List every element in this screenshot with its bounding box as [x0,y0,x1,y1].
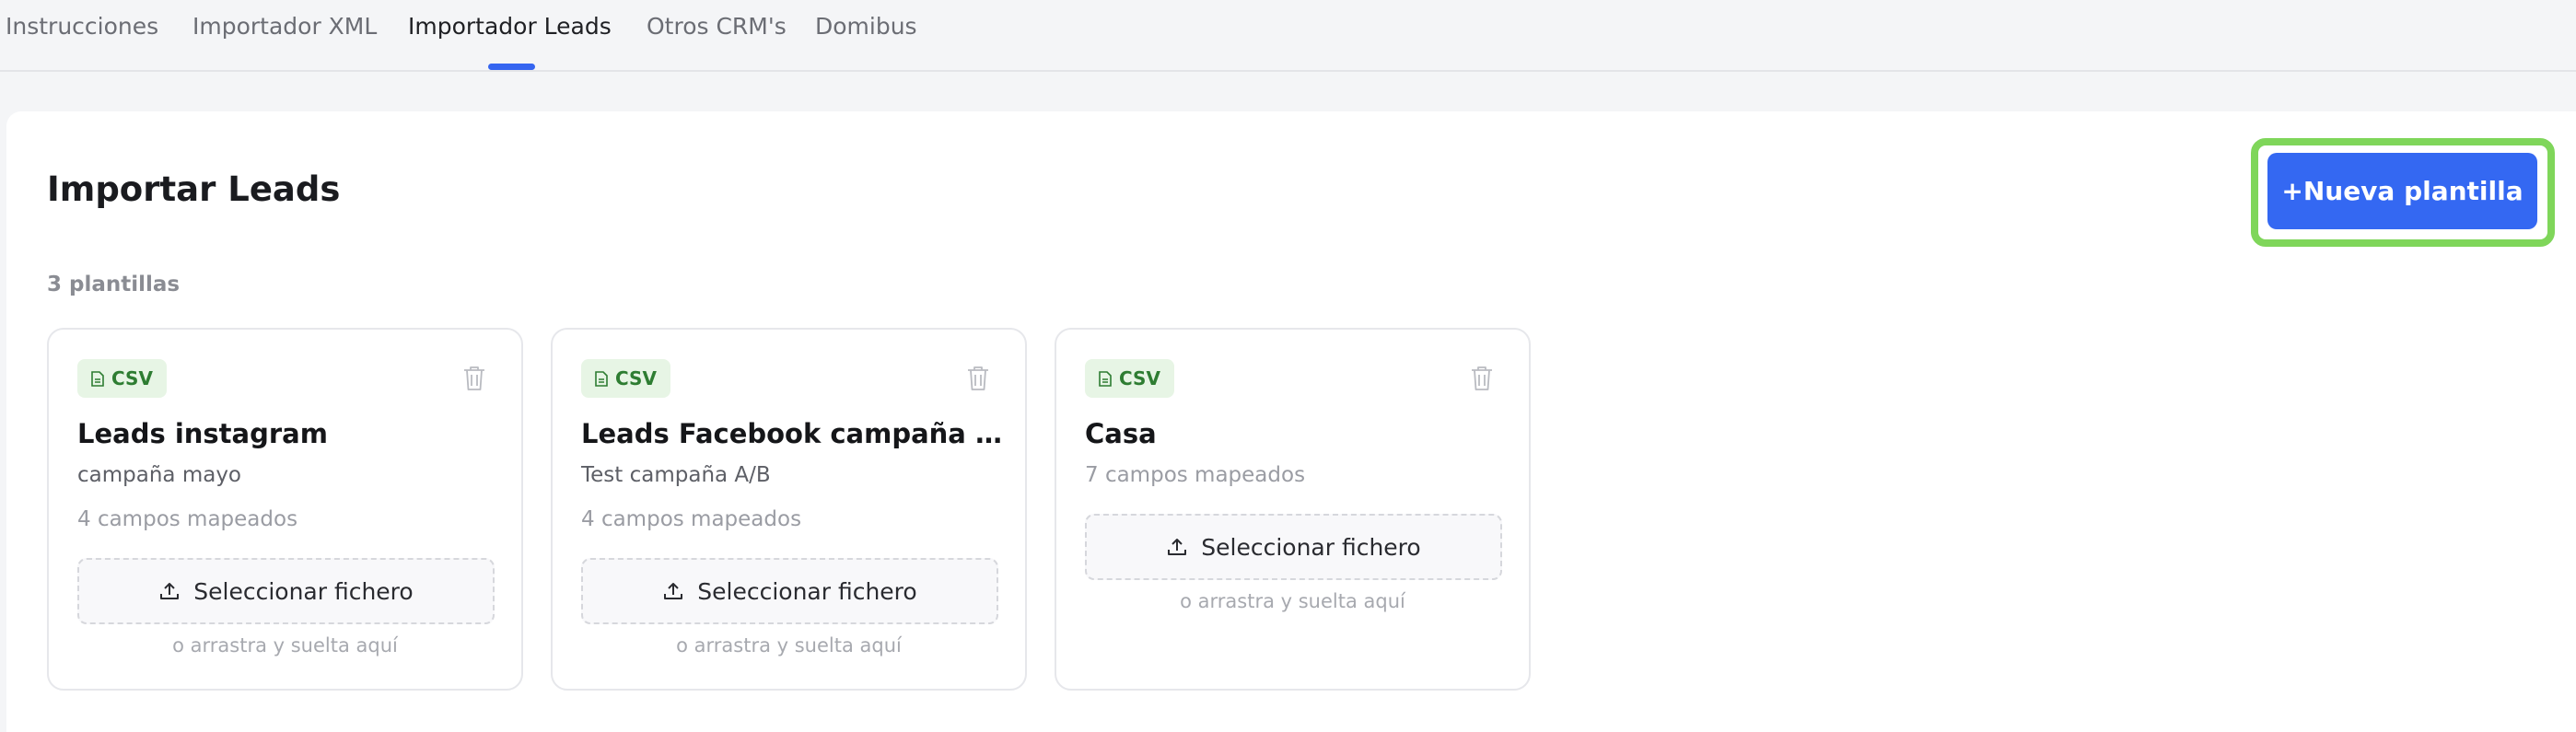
trash-icon[interactable] [966,365,990,392]
csv-badge: CSV [581,359,670,398]
drop-hint: o arrastra y suelta aquí [1180,590,1405,612]
select-file-button[interactable]: Seleccionar fichero [1085,514,1502,580]
badge-label: CSV [1119,367,1160,389]
template-name: Casa [1085,418,1157,449]
trash-icon[interactable] [1470,365,1494,392]
upload-icon [1168,539,1187,555]
template-description: Test campaña A/B [581,463,771,487]
tab-importador-leads[interactable]: Importador Leads [408,13,612,40]
drop-hint: o arrastra y suelta aquí [172,634,398,656]
select-file-button[interactable]: Seleccionar fichero [77,558,495,624]
csv-badge: CSV [77,359,167,398]
template-count: 3 plantillas [47,273,181,296]
active-tab-indicator [488,64,535,70]
template-card: CSV Leads Facebook campaña M... Test cam… [551,328,1027,691]
template-name: Leads instagram [77,418,328,449]
trash-icon[interactable] [462,365,486,392]
new-template-button[interactable]: +Nueva plantilla [2267,153,2537,229]
badge-label: CSV [615,367,657,389]
select-file-label: Seleccionar fichero [1201,533,1421,561]
select-file-label: Seleccionar fichero [193,577,414,605]
select-file-button[interactable]: Seleccionar fichero [581,558,998,624]
badge-label: CSV [111,367,153,389]
template-description: campaña mayo [77,463,242,487]
tab-importador-xml[interactable]: Importador XML [192,13,377,40]
tab-instrucciones[interactable]: Instrucciones [6,13,158,40]
file-icon [595,370,608,387]
page-title: Importar Leads [47,169,341,209]
drop-hint: o arrastra y suelta aquí [676,634,902,656]
mapped-fields: 7 campos mapeados [1085,463,1306,487]
tab-bar: Instrucciones Importador XML Importador … [0,0,2576,72]
template-card: CSV Casa 7 campos mapeados Seleccionar f… [1055,328,1531,691]
tab-otros-crms[interactable]: Otros CRM's [647,13,787,40]
mapped-fields: 4 campos mapeados [77,507,298,531]
template-name: Leads Facebook campaña M... [581,418,1005,449]
file-icon [91,370,104,387]
upload-icon [664,583,683,599]
mapped-fields: 4 campos mapeados [581,507,802,531]
tab-domibus[interactable]: Domibus [815,13,917,40]
upload-icon [160,583,180,599]
select-file-label: Seleccionar fichero [697,577,917,605]
file-icon [1099,370,1112,387]
csv-badge: CSV [1085,359,1174,398]
template-card: CSV Leads instagram campaña mayo 4 campo… [47,328,523,691]
